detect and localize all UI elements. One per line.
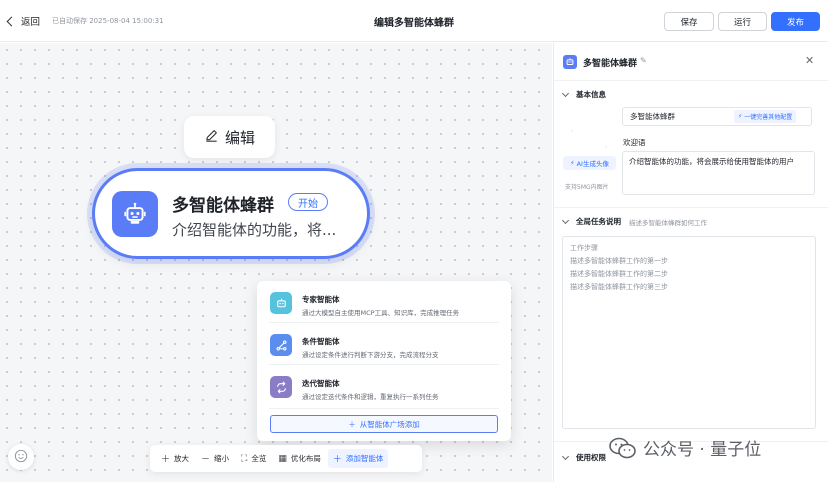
node-description: 介绍智能体的功能，将... — [172, 221, 337, 239]
autosave-status: 已自动保存 2025-08-04 15:00:31 — [52, 17, 164, 25]
loop-icon — [270, 376, 292, 398]
chevron-down-icon — [561, 89, 570, 98]
avatar-upload[interactable] — [567, 126, 611, 151]
edit-node-button[interactable]: 编辑 — [184, 116, 275, 158]
plus-icon: ＋ — [332, 455, 342, 465]
task-line: 描述多智能体蜂群工作的第二步 — [570, 270, 668, 278]
add-from-plaza-button[interactable]: ＋ 从智能体广场添加 — [270, 415, 498, 433]
chevron-down-icon — [561, 216, 570, 225]
robot-icon — [563, 55, 577, 69]
robot-icon — [112, 191, 158, 237]
ai-avatar-label: AI生成头像 — [576, 160, 609, 168]
back-label: 返回 — [21, 17, 41, 28]
divider — [554, 207, 828, 208]
save-button[interactable]: 保存 — [664, 12, 714, 31]
run-button[interactable]: 运行 — [718, 12, 767, 31]
properties-panel: 多智能体蜂群 ✎ ✕ 基本信息 多智能体蜂群 ⚡ 一键完善其他配置 ⚡ AI生成… — [553, 43, 828, 482]
magic-wand-icon: ⚡ — [570, 159, 575, 167]
section-basic-info[interactable]: 基本信息 — [554, 88, 828, 104]
divider — [269, 322, 499, 323]
section-title: 基本信息 — [576, 90, 606, 99]
watermark: 公众号 · 量子位 — [608, 435, 761, 460]
pencil-icon — [204, 128, 219, 146]
smile-icon — [14, 449, 28, 466]
close-icon[interactable]: ✕ — [805, 54, 814, 67]
divider — [269, 408, 499, 409]
publish-button[interactable]: 发布 — [771, 12, 820, 31]
auto-complete-config-button[interactable]: ⚡ 一键完善其他配置 — [734, 110, 797, 123]
menu-item-title: 专家智能体 — [302, 295, 340, 304]
greeting-textarea[interactable]: 介绍智能体的功能，将会展示给使用智能体的用户 — [622, 151, 815, 195]
task-line: 描述多智能体蜂群工作的第一步 — [570, 257, 668, 265]
add-agent-label: 添加智能体 — [345, 454, 384, 463]
section-title: 使用权限 — [576, 453, 606, 462]
robot-icon — [270, 292, 292, 314]
plaza-label: 从智能体广场添加 — [359, 419, 420, 429]
add-agent-menu: 专家智能体 通过大模型自主使用MCP工具、知识库，完成推理任务 条件智能体 通过… — [257, 281, 511, 441]
optimize-layout-button[interactable]: ▦ 优化布局 — [273, 449, 326, 468]
back-button[interactable]: 返回 — [6, 14, 40, 28]
zoom-in-button[interactable]: ＋ 放大 — [156, 449, 194, 468]
start-node[interactable]: 多智能体蜂群 开始 介绍智能体的功能，将... — [92, 168, 370, 259]
panel-title: 多智能体蜂群 — [583, 59, 638, 69]
expand-icon: ⛶ — [241, 453, 248, 464]
menu-item-title: 迭代智能体 — [302, 379, 340, 388]
zoom-out-button[interactable]: － 缩小 — [196, 449, 234, 468]
zoom-out-label: 缩小 — [214, 454, 230, 463]
magic-wand-icon: ⚡ — [738, 113, 743, 120]
greeting-label: 欢迎语 — [623, 138, 646, 147]
section-hint: 描述多智能体蜂群如何工作 — [629, 219, 707, 227]
canvas-toolbar: ＋ 放大 － 缩小 ⛶ 全览 ▦ 优化布局 ＋ 添加智能体 — [150, 445, 422, 472]
image-format-hint: 支持5MG内图片 — [565, 184, 609, 191]
menu-item-desc: 通过设定迭代条件和逻辑，重复执行一系列任务 — [302, 393, 439, 401]
section-title: 全局任务说明 — [576, 217, 621, 226]
chevron-down-icon — [561, 452, 570, 461]
plus-icon: ＋ — [348, 419, 356, 429]
wechat-icon — [608, 436, 638, 460]
edit-label: 编辑 — [224, 128, 255, 147]
menu-item-iteration-agent[interactable]: 迭代智能体 通过设定迭代条件和逻辑，重复执行一系列任务 — [257, 368, 511, 408]
chevron-left-icon — [6, 16, 17, 26]
plus-icon: ＋ — [161, 455, 171, 465]
watermark-text: 公众号 · 量子位 — [643, 440, 762, 460]
menu-item-title: 条件智能体 — [302, 337, 340, 346]
zoom-in-label: 放大 — [174, 454, 190, 463]
ai-avatar-button[interactable]: ⚡ AI生成头像 — [563, 156, 616, 170]
edit-name-icon[interactable]: ✎ — [640, 56, 647, 65]
section-global-task[interactable]: 全局任务说明 描述多智能体蜂群如何工作 — [554, 215, 828, 231]
menu-item-expert-agent[interactable]: 专家智能体 通过大模型自主使用MCP工具、知识库，完成推理任务 — [257, 284, 511, 324]
assistant-button[interactable] — [8, 444, 34, 470]
fit-view-label: 全览 — [251, 454, 267, 463]
divider — [269, 364, 499, 365]
menu-item-desc: 通过设定条件进行判断下游分支，完成流程分支 — [302, 351, 439, 359]
optimize-layout-label: 优化布局 — [290, 454, 321, 463]
auto-complete-label: 一键完善其他配置 — [744, 114, 793, 121]
global-task-textarea[interactable]: 工作步骤 描述多智能体蜂群工作的第一步 描述多智能体蜂群工作的第二步 描述多智能… — [562, 236, 816, 429]
top-bar: 返回 已自动保存 2025-08-04 15:00:31 编辑多智能体蜂群 保存… — [0, 0, 828, 42]
menu-item-desc: 通过大模型自主使用MCP工具、知识库，完成推理任务 — [302, 309, 460, 317]
layout-icon: ▦ — [278, 453, 287, 464]
minus-icon: － — [201, 455, 211, 465]
node-title: 多智能体蜂群 — [172, 196, 274, 216]
branch-icon — [270, 334, 292, 356]
task-line: 描述多智能体蜂群工作的第三步 — [570, 283, 668, 291]
task-line: 工作步骤 — [570, 244, 598, 252]
menu-item-condition-agent[interactable]: 条件智能体 通过设定条件进行判断下游分支，完成流程分支 — [257, 326, 511, 366]
add-agent-button[interactable]: ＋ 添加智能体 — [327, 449, 389, 468]
start-tag: 开始 — [288, 193, 328, 211]
fit-view-button[interactable]: ⛶ 全览 — [236, 449, 271, 468]
panel-header: 多智能体蜂群 ✎ ✕ — [554, 43, 828, 81]
